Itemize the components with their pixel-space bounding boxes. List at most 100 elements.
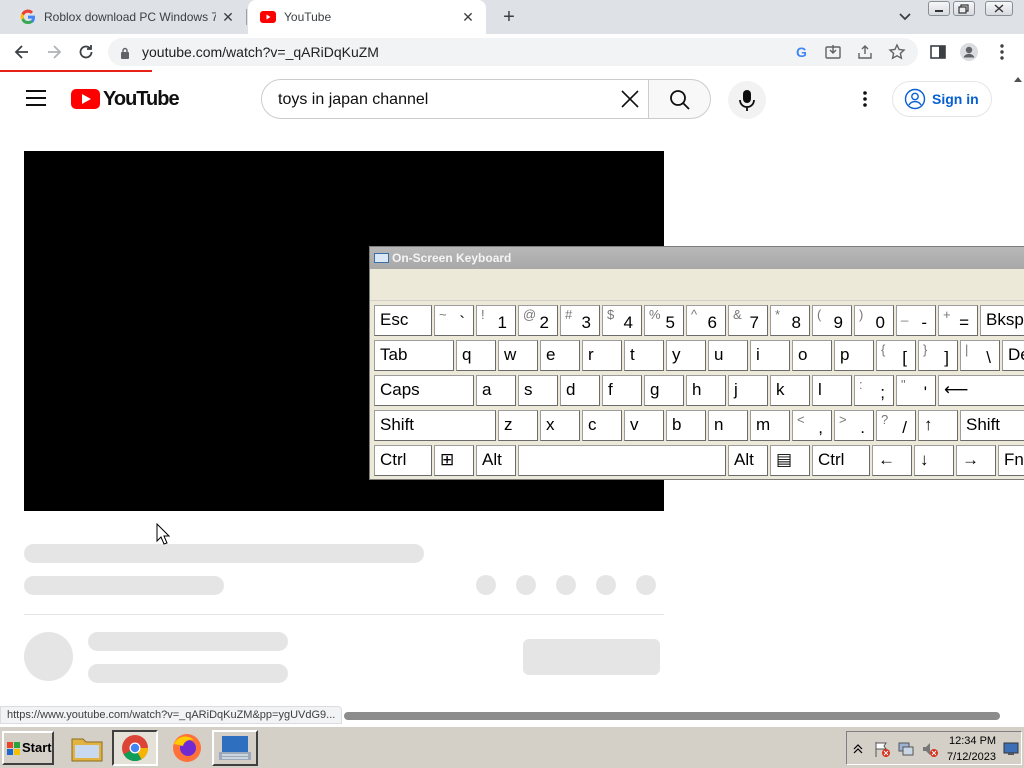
osk-key[interactable]: ↓ (914, 445, 954, 476)
osk-key[interactable]: f (602, 375, 642, 406)
osk-key[interactable]: ~ ` (434, 305, 474, 336)
osk-key[interactable]: j (728, 375, 768, 406)
osk-key[interactable]: ) 0 (854, 305, 894, 336)
osk-key[interactable]: m (750, 410, 790, 441)
osk-key[interactable]: @2 (518, 305, 558, 336)
sign-in-button[interactable]: Sign in (892, 81, 992, 117)
osk-key[interactable]: l (812, 375, 852, 406)
hamburger-menu-icon[interactable] (26, 90, 46, 106)
osk-key[interactable]: % 5 (644, 305, 684, 336)
osk-key[interactable]: ^ 6 (686, 305, 726, 336)
osk-key[interactable]: Shift (960, 410, 1024, 441)
osk-key[interactable]: _ - (896, 305, 936, 336)
voice-search-button[interactable] (728, 81, 766, 119)
start-button[interactable]: Start (2, 731, 54, 765)
restore-window-button[interactable] (953, 1, 975, 16)
osk-key[interactable]: ↑ (918, 410, 958, 441)
horizontal-scrollbar[interactable] (344, 712, 1000, 720)
bookmark-star-icon[interactable] (888, 43, 906, 61)
osk-key[interactable]: b (666, 410, 706, 441)
osk-key[interactable]: s (518, 375, 558, 406)
osk-key[interactable]: Alt (476, 445, 516, 476)
osk-key[interactable]: → (956, 445, 996, 476)
osk-key[interactable]: t (624, 340, 664, 371)
close-tab-icon[interactable]: ✕ (460, 9, 476, 25)
osk-key[interactable]: z (498, 410, 538, 441)
osk-key[interactable]: e (540, 340, 580, 371)
osk-key[interactable]: Alt (728, 445, 768, 476)
reload-icon[interactable] (76, 42, 96, 62)
osk-key[interactable]: }] (918, 340, 958, 371)
osk-key[interactable]: ? / (876, 410, 916, 441)
osk-key[interactable]: h (686, 375, 726, 406)
osk-key[interactable]: c (582, 410, 622, 441)
tab-google-search[interactable]: Roblox download PC Windows 7 - G ✕ (8, 0, 246, 34)
osk-key[interactable]: w (498, 340, 538, 371)
osk-key[interactable]: a (476, 375, 516, 406)
search-input[interactable]: toys in japan channel (261, 79, 649, 119)
tab-search-chevron-icon[interactable] (896, 8, 914, 26)
osk-key[interactable]: $4 (602, 305, 642, 336)
osk-key[interactable]: Ctrl (374, 445, 432, 476)
osk-key[interactable]: Esc (374, 305, 432, 336)
minimize-window-button[interactable] (928, 1, 950, 16)
osk-key[interactable]: Ctrl (812, 445, 870, 476)
osk-key[interactable]: y (666, 340, 706, 371)
clock-time[interactable]: 12:34 PM (949, 735, 996, 747)
new-tab-button[interactable]: + (498, 7, 520, 29)
search-button[interactable] (648, 79, 711, 119)
osk-key[interactable]: ▤ (770, 445, 810, 476)
side-panel-icon[interactable] (928, 42, 948, 62)
google-lens-icon[interactable]: G (793, 43, 811, 61)
clock-date[interactable]: 7/12/2023 (947, 751, 996, 763)
osk-key[interactable]: ← (872, 445, 912, 476)
chrome-menu-icon[interactable] (992, 42, 1012, 62)
osk-key[interactable]: >. (834, 410, 874, 441)
osk-key[interactable]: {[ (876, 340, 916, 371)
on-screen-keyboard-icon[interactable] (212, 730, 258, 766)
forward-arrow-icon[interactable] (44, 42, 64, 62)
osk-key[interactable]: + = (938, 305, 978, 336)
osk-key[interactable]: ! 1 (476, 305, 516, 336)
osk-key[interactable]: Del (1002, 340, 1024, 371)
osk-key[interactable]: * 8 (770, 305, 810, 336)
install-app-icon[interactable] (824, 43, 842, 61)
osk-key[interactable]: u (708, 340, 748, 371)
settings-more-icon[interactable] (863, 91, 867, 107)
osk-key[interactable]: o (792, 340, 832, 371)
osk-key[interactable]: Caps (374, 375, 474, 406)
close-window-button[interactable] (985, 1, 1013, 16)
osk-key[interactable]: " ' (896, 375, 936, 406)
profile-avatar-icon[interactable] (959, 42, 979, 62)
scroll-up-arrow-icon[interactable] (1013, 72, 1023, 84)
osk-key[interactable]: & 7 (728, 305, 768, 336)
osk-key[interactable]: (9 (812, 305, 852, 336)
osk-key[interactable]: Tab (374, 340, 454, 371)
address-bar[interactable]: youtube.com/watch?v=_qARiDqKuZM G (108, 38, 918, 66)
osk-key[interactable]: i (750, 340, 790, 371)
osk-key[interactable]: g (644, 375, 684, 406)
osk-key[interactable]: Fn (998, 445, 1024, 476)
osk-key[interactable]: v (624, 410, 664, 441)
tab-youtube[interactable]: YouTube ✕ (248, 0, 486, 34)
osk-key[interactable]: :; (854, 375, 894, 406)
chrome-icon[interactable] (112, 730, 158, 766)
osk-key[interactable]: | \ (960, 340, 1000, 371)
close-tab-icon[interactable]: ✕ (220, 9, 236, 25)
osk-key[interactable]: <, (792, 410, 832, 441)
osk-key[interactable]: ⊞ (434, 445, 474, 476)
osk-key[interactable]: Shift (374, 410, 496, 441)
share-icon[interactable] (856, 43, 874, 61)
back-arrow-icon[interactable] (12, 42, 32, 62)
osk-key[interactable]: x (540, 410, 580, 441)
osk-key[interactable]: q (456, 340, 496, 371)
osk-key[interactable]: #3 (560, 305, 600, 336)
file-explorer-icon[interactable] (64, 730, 110, 766)
osk-key[interactable]: r (582, 340, 622, 371)
osk-key[interactable]: d (560, 375, 600, 406)
youtube-logo[interactable]: YouTube (71, 88, 180, 110)
osk-title-bar[interactable]: On-Screen Keyboard (370, 247, 1024, 269)
osk-key[interactable]: k (770, 375, 810, 406)
osk-key[interactable] (518, 445, 726, 476)
firefox-icon[interactable] (164, 730, 210, 766)
